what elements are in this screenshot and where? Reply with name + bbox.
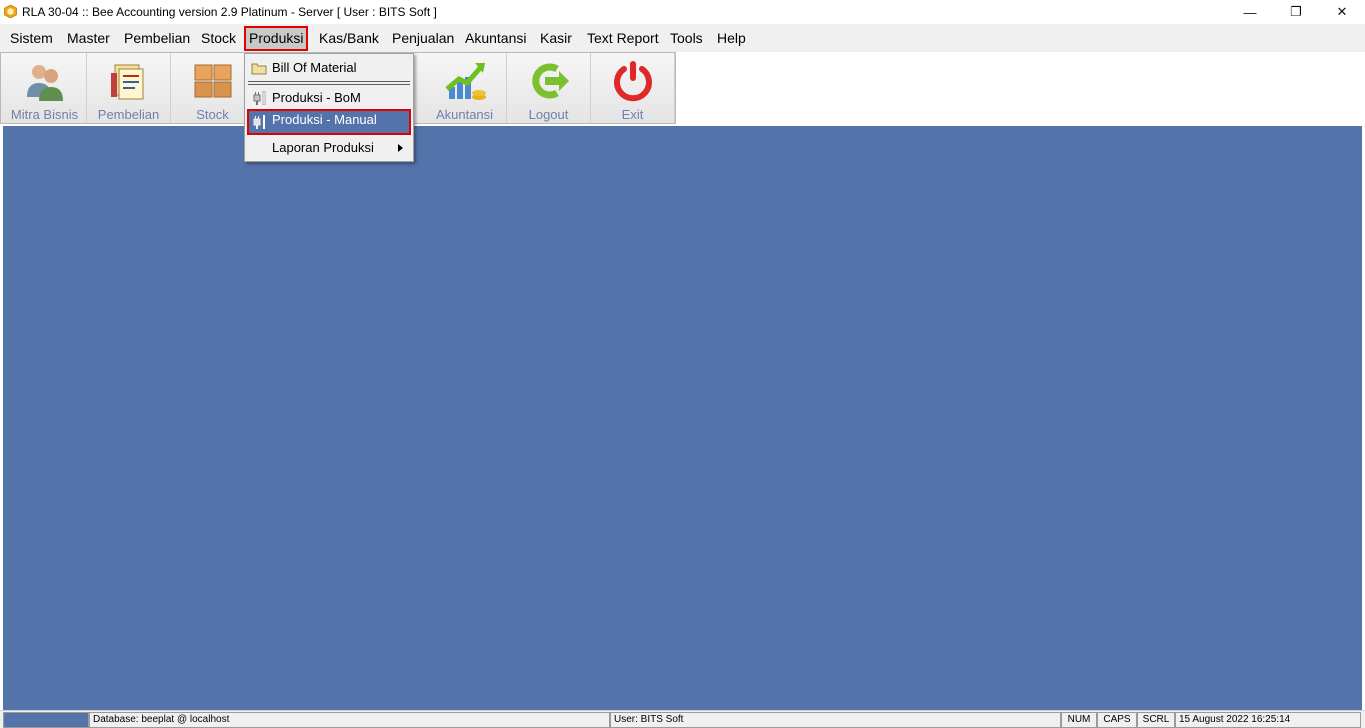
mitra-bisnis-label: Mitra Bisnis <box>10 107 79 122</box>
status-caps: CAPS <box>1097 712 1137 728</box>
mdi-workspace <box>3 126 1362 710</box>
minimize-button[interactable]: — <box>1227 0 1273 24</box>
menu-sistem[interactable]: Sistem <box>7 29 56 49</box>
folder-icon <box>251 63 267 75</box>
power-icon <box>613 61 652 102</box>
menu-item-laporan-produksi[interactable]: Laporan Produksi <box>247 137 411 159</box>
menu-item-produksi-manual[interactable]: Produksi - Manual <box>247 109 411 135</box>
menu-produksi[interactable]: Produksi <box>244 26 309 51</box>
produksi-manual-label: Produksi - Manual <box>272 112 377 127</box>
logout-arrow-icon <box>531 63 569 99</box>
title-bar: RLA 30-04 :: Bee Accounting version 2.9 … <box>0 0 1365 24</box>
plug-icon <box>253 115 265 129</box>
app-logo-icon <box>4 5 17 18</box>
menu-master[interactable]: Master <box>64 29 113 49</box>
akuntansi-label: Akuntansi <box>435 107 494 122</box>
boxes-icon <box>194 64 231 98</box>
people-icon <box>26 65 63 101</box>
mitra-bisnis-button[interactable]: Mitra Bisnis <box>3 53 87 123</box>
close-button[interactable]: ✕ <box>1319 0 1365 24</box>
restore-icon: ❐ <box>1290 4 1302 19</box>
status-database: Database: beeplat @ localhost <box>89 712 610 728</box>
pembelian-label: Pembelian <box>97 107 160 122</box>
menu-help[interactable]: Help <box>714 29 749 49</box>
documents-icon <box>110 64 143 100</box>
menu-stock[interactable]: Stock <box>198 29 239 49</box>
logout-label: Logout <box>528 107 569 122</box>
stock-label: Stock <box>196 107 229 122</box>
window-title: RLA 30-04 :: Bee Accounting version 2.9 … <box>22 5 437 19</box>
menu-pembelian[interactable]: Pembelian <box>121 29 193 49</box>
akuntansi-button[interactable]: Akuntansi <box>423 53 507 123</box>
laporan-produksi-label: Laporan Produksi <box>272 140 374 155</box>
produksi-dropdown-menu: Bill Of Material Produksi - BoM Produksi… <box>244 53 414 162</box>
status-scrl: SCRL <box>1137 712 1175 728</box>
close-icon: ✕ <box>1336 4 1348 19</box>
menu-separator <box>248 81 410 85</box>
menu-tools[interactable]: Tools <box>667 29 706 49</box>
menu-text-report[interactable]: Text Report <box>584 29 662 49</box>
exit-label: Exit <box>621 107 644 122</box>
restore-button[interactable]: ❐ <box>1273 0 1319 24</box>
status-num: NUM <box>1061 712 1097 728</box>
menu-bar: Sistem Master Pembelian Stock Produksi K… <box>0 24 1365 52</box>
pembelian-button[interactable]: Pembelian <box>87 53 171 123</box>
status-progress-cell <box>3 712 89 728</box>
plug-icon <box>253 91 266 105</box>
menu-item-produksi-bom[interactable]: Produksi - BoM <box>247 87 411 109</box>
menu-penjualan[interactable]: Penjualan <box>389 29 457 49</box>
menu-kasir[interactable]: Kasir <box>537 29 575 49</box>
exit-button[interactable]: Exit <box>591 53 675 123</box>
menu-akuntansi[interactable]: Akuntansi <box>462 29 529 49</box>
bill-of-material-label: Bill Of Material <box>272 60 357 75</box>
growth-chart-icon <box>444 63 486 100</box>
status-datetime: 15 August 2022 16:25:14 <box>1175 712 1361 728</box>
menu-kas-bank[interactable]: Kas/Bank <box>316 29 382 49</box>
stock-button[interactable]: Stock <box>171 53 255 123</box>
status-user: User: BITS Soft <box>610 712 1061 728</box>
status-bar: Database: beeplat @ localhost User: BITS… <box>0 710 1365 728</box>
logout-button[interactable]: Logout <box>507 53 591 123</box>
menu-item-bill-of-material[interactable]: Bill Of Material <box>247 57 411 79</box>
produksi-bom-label: Produksi - BoM <box>272 90 361 105</box>
submenu-arrow-icon <box>398 144 403 152</box>
minimize-icon: — <box>1243 4 1257 20</box>
